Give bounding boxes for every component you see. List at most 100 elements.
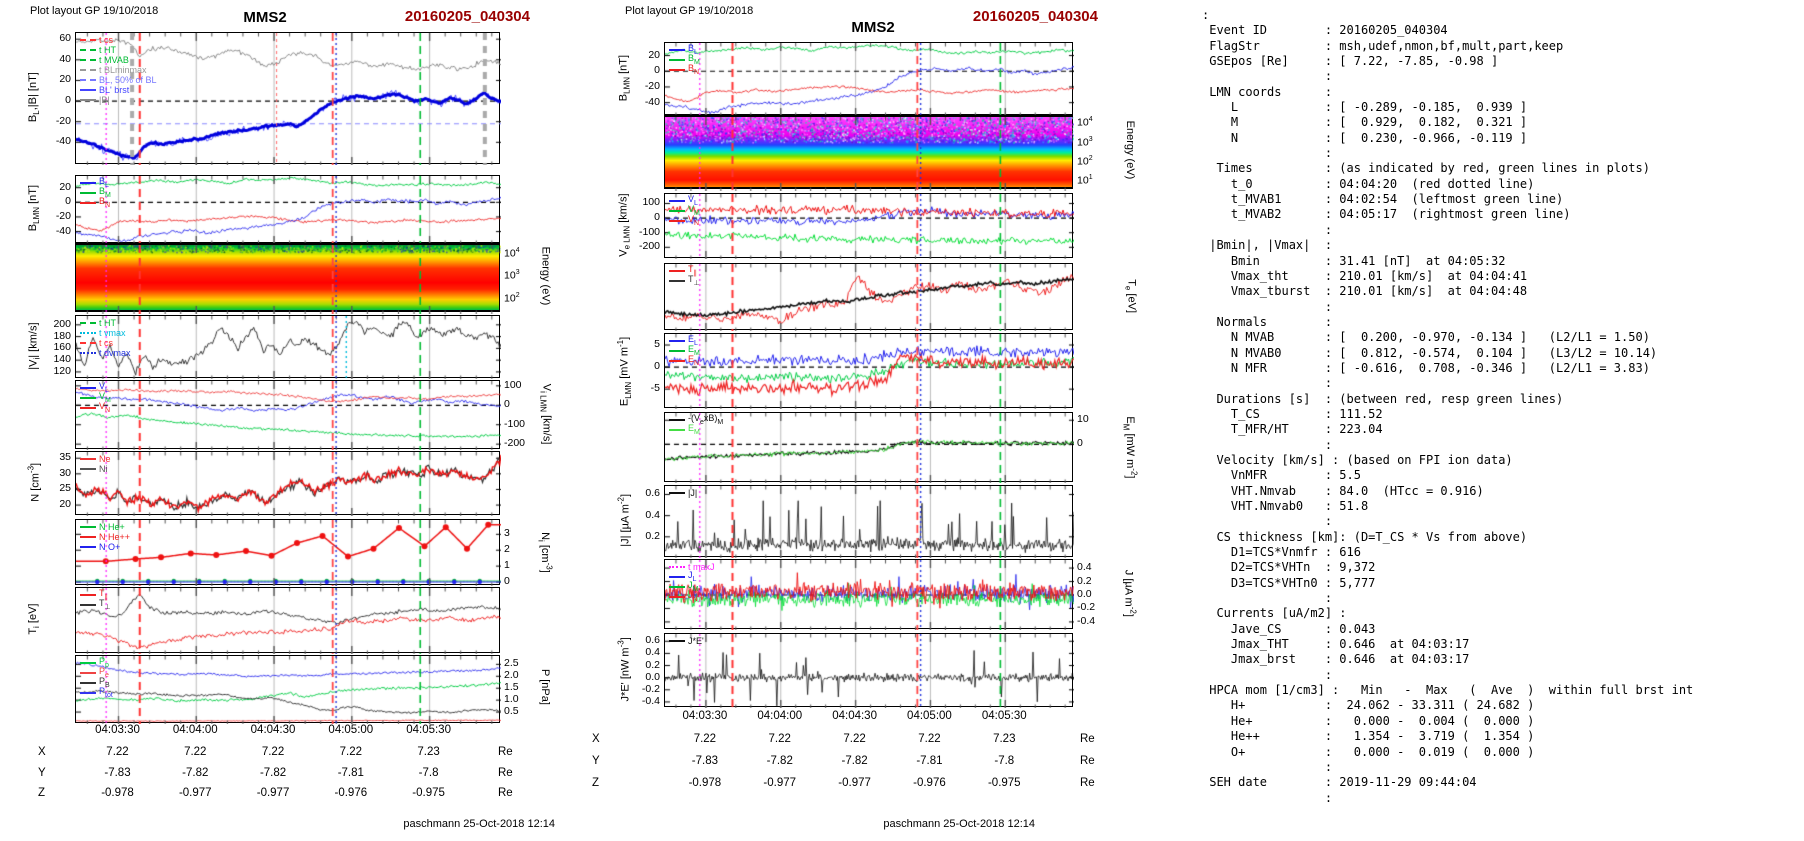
plot-jde: J*E' — [664, 633, 1074, 708]
info-line: He++ : 1.354 - 3.719 ( 1.354 ) — [1202, 729, 1535, 744]
tick-label: -40 — [55, 224, 71, 237]
info-line: t_MVAB1 : 04:02:54 (leftmost green line) — [1202, 192, 1564, 207]
info-line: Jmax_THT : 0.646 at 04:03:17 — [1202, 637, 1470, 652]
energy-tick-label: 103 — [1077, 135, 1093, 149]
info-line: : — [1202, 8, 1210, 22]
tick-label: 0.2 — [645, 658, 660, 671]
legend-pressure: Pp Pe PB Ptot — [80, 656, 113, 698]
tick-label: 0.0 — [1077, 588, 1092, 600]
tick-label: 10 — [1077, 413, 1089, 426]
legend-te: T∥ T⊥ — [669, 264, 700, 286]
time-axis-label: 04:04:30 — [250, 724, 296, 736]
plot-blmn-m: BL BM BN — [664, 42, 1074, 116]
info-line: : — [1202, 437, 1333, 452]
chart-canvas-e-spec — [665, 117, 1074, 191]
legend-entry: Ni — [80, 464, 111, 474]
tick-label: 0.6 — [645, 487, 660, 500]
legend-line-sample — [80, 526, 96, 528]
tick-label: 1 — [504, 559, 510, 572]
legend-entry: BL, 50% of BL — [80, 75, 157, 85]
legend-line-sample — [669, 350, 685, 352]
time-axis-label: 04:05:00 — [907, 710, 952, 722]
legend-label: J*E' — [688, 636, 704, 646]
legend-entry: t HT — [80, 318, 131, 328]
tick-label: -0.4 — [1077, 614, 1096, 627]
tick-label: 0.6 — [645, 634, 660, 647]
legend-entry: Ne — [80, 454, 111, 464]
info-line: : — [1202, 222, 1333, 237]
position-value: -0.977 — [178, 787, 212, 799]
plot-vi-lmn: VL VM VN — [75, 380, 501, 450]
tick-label: -0.2 — [1077, 601, 1096, 614]
info-line: M : [ 0.929, 0.182, 0.321 ] — [1202, 115, 1528, 130]
info-line: L : [ -0.289, -0.185, 0.939 ] — [1202, 100, 1528, 115]
info-line: N MFR : [ -0.616, 0.708, -0.346 ] (L2/L1… — [1202, 360, 1650, 375]
legend-jlmn: t maxJ JL JM JN — [669, 562, 715, 602]
plot-jmag: |J| — [664, 485, 1074, 558]
legend-entry: N He++ — [80, 532, 130, 542]
energy-tick-label: 104 — [504, 246, 520, 260]
plot-ve-lmn: VL VM VN — [664, 193, 1074, 259]
energy-tick-label: 103 — [504, 269, 520, 282]
info-line: D1=TCS*Vnmfr : 616 — [1202, 545, 1361, 560]
legend-label: VN — [688, 213, 700, 227]
tick-label: 0.5 — [504, 705, 519, 718]
legend-line-sample — [80, 662, 96, 664]
position-unit: Re — [498, 746, 513, 758]
legend-entry: t BLminmax — [80, 65, 157, 75]
time-axis-label: 04:03:30 — [682, 710, 728, 722]
tick-label: 0.2 — [1077, 574, 1092, 587]
info-line: N MVAB0 : [ 0.812, -0.574, 0.104 ] (L3/L… — [1202, 345, 1658, 360]
legend-label: VN — [99, 400, 111, 414]
legend-elmn: EL EM EN — [669, 334, 700, 366]
time-axis-label: 04:04:30 — [832, 710, 877, 722]
plot-ion-spec — [75, 243, 501, 314]
legend-entry: VN — [80, 400, 111, 414]
info-line: D2=TCS*VHTn : 9,372 — [1202, 560, 1376, 575]
legend-line-sample — [80, 89, 96, 91]
legend-entry: T⊥ — [80, 598, 111, 610]
position-row-key: Z — [592, 777, 600, 789]
position-value: 7.22 — [843, 733, 866, 745]
plot-ni-hpca: N He+ N He++ N O+ — [75, 519, 501, 586]
plot-pressure: Pp Pe PB Ptot — [75, 655, 501, 724]
info-line: T_CS : 111.52 — [1202, 406, 1383, 421]
time-axis-label: 04:04:00 — [172, 724, 218, 736]
info-line: : — [1202, 790, 1333, 805]
plot-em: -(VexB)M EM — [664, 412, 1074, 483]
legend-entry: t MVAB — [80, 55, 157, 65]
legend-label: t vmax — [99, 328, 126, 338]
tick-label: 0 — [504, 398, 510, 411]
info-line: N MVAB : [ 0.200, -0.970, -0.134 ] (L2/L… — [1202, 330, 1650, 345]
tick-label: -100 — [638, 225, 660, 238]
tick-label: -40 — [55, 135, 71, 148]
position-unit: Re — [1080, 777, 1095, 789]
legend-line-sample — [80, 99, 96, 101]
legend-line-sample — [80, 79, 96, 81]
chart-canvas-ni-hpca — [76, 520, 501, 586]
tick-label: -200 — [504, 437, 526, 450]
energy-tick-label: 102 — [504, 292, 520, 305]
info-line: : — [1202, 146, 1333, 161]
tick-label: -0.2 — [641, 682, 660, 695]
event-id-title-mid: 20160205_040304 — [972, 8, 1098, 25]
legend-line-sample — [80, 352, 96, 354]
position-value: -0.975 — [412, 787, 445, 799]
tick-label: 0.0 — [645, 670, 660, 683]
position-value: -7.81 — [337, 767, 364, 779]
tick-label: 2.0 — [504, 669, 519, 682]
legend-entry: t cs — [80, 338, 131, 348]
tick-label: -40 — [644, 95, 660, 108]
legend-line-sample — [669, 270, 685, 272]
plot-jlmn: t maxJ JL JM JN — [664, 559, 1074, 630]
chart-canvas-te — [665, 264, 1074, 331]
legend-line-sample — [669, 69, 685, 71]
legend-label: N He+ — [99, 522, 125, 532]
time-axis-label: 04:05:30 — [406, 724, 451, 736]
position-value: -0.976 — [913, 777, 946, 789]
info-line: D3=TCS*VHTn0 : 5,777 — [1202, 575, 1376, 590]
legend-label: t cs — [99, 338, 114, 348]
footer-signature-left: paschmann 25-Oct-2018 12:14 — [403, 818, 555, 830]
position-value: -0.977 — [763, 777, 797, 789]
legend-ni-hpca: N He+ N He++ N O+ — [80, 522, 130, 552]
